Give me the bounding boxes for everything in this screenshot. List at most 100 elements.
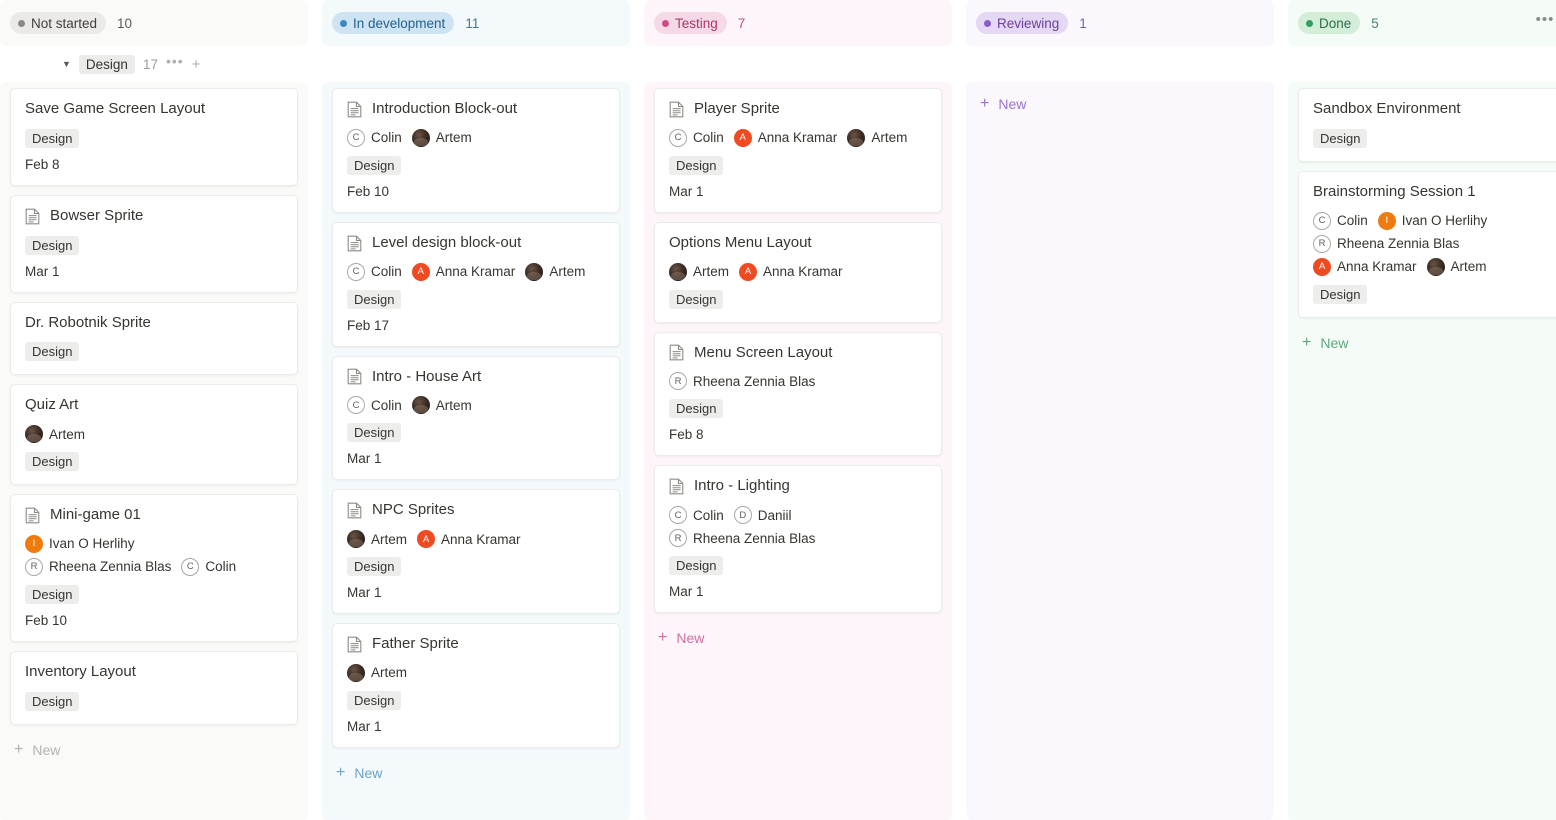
card-person[interactable]: C Colin (181, 557, 236, 576)
board-card[interactable]: Level design block-out C Colin A Anna Kramar… (332, 221, 620, 347)
card-tag[interactable]: Design (1313, 128, 1368, 148)
card-tag[interactable]: Design (669, 399, 724, 419)
add-new-card-button[interactable]: + New (10, 734, 298, 766)
card-person[interactable]: A Anna Kramar (739, 262, 843, 281)
card-person[interactable]: Artem (25, 425, 85, 443)
card-tag[interactable]: Design (669, 289, 724, 309)
board-card[interactable]: NPC Sprites Artem A Anna Kramar Design Mar 1 (332, 489, 620, 614)
card-person[interactable]: Artem (669, 262, 729, 281)
document-icon (347, 235, 362, 251)
card-date: Mar 1 (347, 585, 382, 600)
card-person[interactable]: R Rheena Zennia Blas (669, 372, 815, 391)
status-badge[interactable]: In development (332, 12, 455, 34)
board-card[interactable]: Introduction Block-out C Colin Artem Design F… (332, 88, 620, 213)
card-tag[interactable]: Design (25, 235, 80, 255)
document-icon (347, 636, 362, 653)
card-tag[interactable]: Design (347, 289, 402, 309)
card-person[interactable]: Artem (347, 530, 407, 548)
card-person[interactable]: Artem (525, 262, 585, 281)
card-title: Level design block-out (347, 234, 605, 253)
card-person[interactable]: A Anna Kramar (411, 262, 516, 281)
group-name[interactable]: Design (78, 54, 135, 74)
status-badge[interactable]: Not started (10, 12, 107, 34)
board-card[interactable]: Player Sprite C Colin A Anna Kramar Artem Desi… (654, 88, 942, 213)
board-card[interactable]: Intro - House Art C Colin Artem Design Mar 1 (332, 355, 620, 481)
card-title: Menu Screen Layout (669, 344, 927, 363)
card-person[interactable]: R Rheena Zennia Blas (25, 557, 171, 576)
card-person[interactable]: A Anna Kramar (417, 530, 521, 548)
more-options-icon[interactable]: ••• (1532, 10, 1556, 36)
status-label: Testing (675, 15, 718, 31)
card-person[interactable]: C Colin (347, 262, 402, 281)
add-icon[interactable]: + (192, 57, 201, 72)
card-person[interactable]: A Anna Kramar (1313, 257, 1417, 276)
card-person[interactable]: Artem (1426, 257, 1487, 276)
card-tag[interactable]: Design (347, 155, 402, 175)
add-new-card-button[interactable]: + New (1298, 327, 1556, 359)
add-new-card-button[interactable]: + New (332, 757, 620, 789)
person-name: Anna Kramar (763, 264, 843, 279)
card-person[interactable]: D Daniil (733, 506, 792, 524)
card-people: I Ivan O Herlihy R Rheena Zennia Blas C Colin (25, 534, 283, 576)
document-icon (669, 345, 684, 361)
card-person[interactable]: Artem (411, 128, 472, 147)
board-card[interactable]: Save Game Screen Layout Design Feb 8 (10, 88, 298, 186)
card-date: Mar 1 (669, 183, 704, 199)
avatar (1426, 257, 1445, 276)
card-tag[interactable]: Design (347, 690, 402, 710)
status-badge[interactable]: Reviewing (976, 12, 1069, 34)
status-dot-icon (662, 19, 669, 27)
new-label: New (1320, 334, 1349, 351)
card-person[interactable]: Artem (847, 128, 908, 147)
add-new-card-button[interactable]: + New (654, 622, 942, 654)
card-tag[interactable]: Design (25, 128, 80, 148)
card-person[interactable]: Artem (347, 663, 407, 682)
board-card[interactable]: Quiz Art Artem Design (10, 384, 298, 485)
card-title: Introduction Block-out (347, 100, 605, 119)
card-tag[interactable]: Design (1313, 284, 1368, 304)
card-tag[interactable]: Design (25, 452, 80, 471)
card-tag[interactable]: Design (347, 557, 402, 576)
card-tag[interactable]: Design (669, 155, 724, 175)
board-card[interactable]: Menu Screen Layout R Rheena Zennia Blas Des… (654, 331, 942, 457)
card-people: C Colin D Daniil R Rheena Zennia Blas (669, 506, 927, 547)
card-person[interactable]: I Ivan O Herlihy (1377, 211, 1487, 230)
card-title-text: Quiz Art (25, 396, 79, 414)
card-title: NPC Sprites (347, 501, 605, 520)
board-card[interactable]: Inventory Layout Design (10, 650, 298, 725)
status-badge[interactable]: Testing (654, 12, 727, 34)
card-tag[interactable]: Design (25, 691, 80, 711)
board-card[interactable]: Options Menu Layout Artem A Anna Kramar Desi… (654, 221, 942, 323)
board-card[interactable]: Sandbox Environment Design (1298, 88, 1556, 162)
card-tag[interactable]: Design (25, 584, 80, 604)
card-person[interactable]: I Ivan O Herlihy (25, 534, 135, 553)
card-title-text: Introduction Block-out (372, 100, 518, 117)
column-header-not-started: Not started 10 (0, 0, 308, 46)
board-card[interactable]: Father Sprite Artem Design Mar 1 (332, 623, 620, 748)
board-card[interactable]: Bowser Sprite Design Mar 1 (10, 194, 298, 293)
board-card[interactable]: Intro - Lighting C Colin D Daniil R Rheena Zen… (654, 465, 942, 613)
card-title: Options Menu Layout (669, 234, 927, 253)
card-person[interactable]: C Colin (347, 396, 402, 415)
caret-down-icon[interactable]: ▼ (62, 59, 71, 69)
card-person[interactable]: C Colin (347, 128, 402, 147)
card-person[interactable]: A Anna Kramar (733, 128, 837, 147)
add-new-card-button[interactable]: + New (976, 88, 1264, 120)
person-name: Anna Kramar (435, 264, 516, 279)
card-tag[interactable]: Design (25, 342, 80, 362)
card-person[interactable]: C Colin (1313, 211, 1368, 230)
card-tag[interactable]: Design (669, 556, 724, 575)
card-tag[interactable]: Design (347, 423, 402, 443)
card-person[interactable]: R Rheena Zennia Blas (669, 529, 815, 547)
status-badge[interactable]: Done (1298, 12, 1361, 34)
card-person[interactable]: R Rheena Zennia Blas (1313, 234, 1459, 253)
board-card[interactable]: Dr. Robotnik Sprite Design (10, 301, 298, 376)
card-person[interactable]: C Colin (669, 506, 724, 524)
card-person[interactable]: C Colin (669, 128, 724, 147)
board-card[interactable]: Mini-game 01 I Ivan O Herlihy R Rheena Zenni… (10, 494, 298, 642)
person-name: Artem (871, 130, 908, 146)
card-person[interactable]: Artem (411, 396, 472, 415)
more-options-icon[interactable]: ••• (166, 54, 184, 68)
card-people: C Colin A Anna Kramar Artem (669, 128, 927, 147)
board-card[interactable]: Brainstorming Session 1 C Colin I Ivan O Her… (1298, 170, 1556, 318)
